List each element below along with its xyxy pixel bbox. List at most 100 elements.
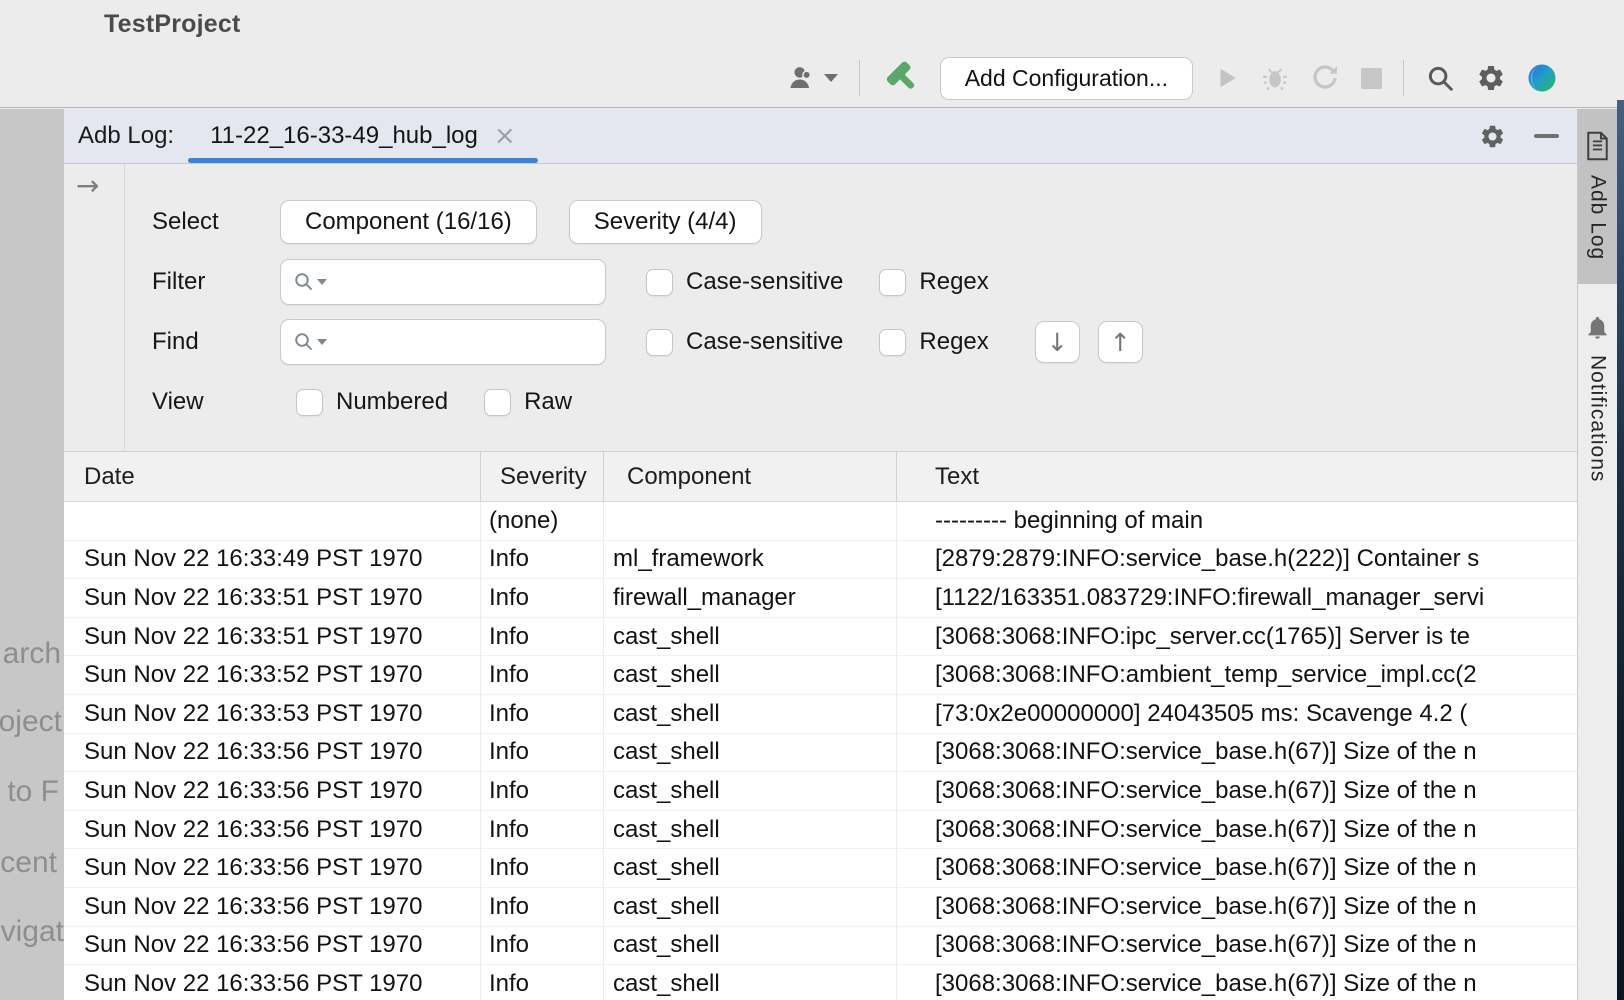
table-row[interactable]: Sun Nov 22 16:33:56 PST 1970Infocast_she… [64, 734, 1577, 773]
cell-date: Sun Nov 22 16:33:52 PST 1970 [64, 656, 481, 694]
column-header-date[interactable]: Date [64, 452, 481, 501]
log-file-tab[interactable]: 11-22_16-33-49_hub_log × [188, 109, 538, 163]
profiler-button[interactable] [1310, 63, 1340, 93]
ide-settings-button[interactable] [1476, 63, 1506, 93]
background-text-fragment: oject [0, 705, 62, 739]
filter-input[interactable] [333, 260, 621, 304]
build-hammer-button[interactable] [881, 59, 919, 97]
ide-gradient-sphere-button[interactable] [1527, 63, 1557, 93]
component-filter-button[interactable]: Component (16/16) [280, 200, 537, 244]
hide-sidebar-arrow-icon[interactable]: → [76, 172, 99, 200]
filter-case-sensitive-label: Case-sensitive [686, 268, 843, 296]
table-row[interactable]: (none)--------- beginning of main [64, 502, 1577, 541]
find-regex-checkbox[interactable] [879, 329, 906, 356]
find-input[interactable] [333, 320, 621, 364]
minimize-icon [1534, 134, 1559, 138]
find-previous-button[interactable]: ↑ [1098, 321, 1143, 363]
cell-text: [3068:3068:INFO:service_base.h(67)] Size… [897, 772, 1577, 810]
user-account-button[interactable] [785, 63, 838, 93]
numbered-checkbox[interactable] [296, 389, 323, 416]
close-icon[interactable]: × [494, 123, 516, 149]
table-row[interactable]: Sun Nov 22 16:33:56 PST 1970Infocast_she… [64, 811, 1577, 850]
cell-component: cast_shell [604, 656, 897, 694]
tool-tab-adb-log[interactable]: Adb Log [1578, 109, 1617, 284]
filter-area: → Select Component (16/16) Severity (4/4… [64, 164, 1577, 452]
severity-filter-button[interactable]: Severity (4/4) [569, 200, 762, 244]
table-row[interactable]: Sun Nov 22 16:33:56 PST 1970Infocast_she… [64, 888, 1577, 927]
background-text-fragment: to F [7, 775, 59, 809]
cell-date: Sun Nov 22 16:33:56 PST 1970 [64, 772, 481, 810]
profiler-icon [1310, 63, 1340, 93]
cell-text: [3068:3068:INFO:ipc_server.cc(1765)] Ser… [897, 618, 1577, 656]
filter-search-field[interactable] [280, 259, 606, 305]
cell-component: firewall_manager [604, 579, 897, 617]
document-icon [1584, 131, 1611, 161]
cell-component: cast_shell [604, 849, 897, 887]
view-row: View Numbered Raw [125, 380, 1577, 424]
toolbar-separator [1403, 60, 1404, 96]
table-row[interactable]: Sun Nov 22 16:33:53 PST 1970Infocast_she… [64, 695, 1577, 734]
cell-text: [2879:2879:INFO:service_base.h(222)] Con… [897, 541, 1577, 579]
minimize-panel-button[interactable] [1534, 134, 1559, 138]
table-row[interactable]: Sun Nov 22 16:33:52 PST 1970Infocast_she… [64, 656, 1577, 695]
panel-settings-button[interactable] [1479, 123, 1506, 150]
search-magnifier-icon[interactable] [293, 271, 327, 293]
raw-checkbox[interactable] [484, 389, 511, 416]
chevron-down-icon [824, 74, 838, 82]
cell-severity: Info [481, 772, 604, 810]
filter-case-sensitive-checkbox[interactable] [646, 269, 673, 296]
find-regex-label: Regex [919, 328, 988, 356]
find-case-sensitive-checkbox[interactable] [646, 329, 673, 356]
select-label: Select [152, 208, 280, 236]
log-file-tab-label: 11-22_16-33-49_hub_log [210, 122, 478, 150]
select-row: Select Component (16/16) Severity (4/4) [125, 200, 1577, 244]
column-header-text[interactable]: Text [897, 452, 1577, 501]
panel-left-rail: → [64, 164, 125, 451]
log-table-body: (none)--------- beginning of mainSun Nov… [64, 502, 1577, 1000]
run-button[interactable] [1214, 64, 1240, 92]
search-magnifier-icon[interactable] [293, 331, 327, 353]
cell-text: [3068:3068:INFO:service_base.h(67)] Size… [897, 849, 1577, 887]
find-next-button[interactable]: ↓ [1035, 321, 1080, 363]
hammer-icon [881, 59, 919, 97]
table-row[interactable]: Sun Nov 22 16:33:51 PST 1970Infofirewall… [64, 579, 1577, 618]
search-history-chevron-icon [317, 339, 327, 345]
cell-text: [3068:3068:INFO:service_base.h(67)] Size… [897, 811, 1577, 849]
search-everywhere-button[interactable] [1425, 63, 1455, 93]
cell-date: Sun Nov 22 16:33:56 PST 1970 [64, 734, 481, 772]
cell-text: [1122/163351.083729:INFO:firewall_manage… [897, 579, 1577, 617]
tool-tab-label: Notifications [1586, 355, 1610, 482]
table-row[interactable]: Sun Nov 22 16:33:49 PST 1970Infoml_frame… [64, 541, 1577, 580]
cell-severity: Info [481, 811, 604, 849]
background-text-fragment: cent [0, 846, 57, 880]
add-configuration-button[interactable]: Add Configuration... [940, 57, 1193, 100]
cell-severity: Info [481, 965, 604, 1000]
stop-button[interactable] [1361, 68, 1382, 89]
cell-date: Sun Nov 22 16:33:51 PST 1970 [64, 618, 481, 656]
background-window-strip: archojectto Fcentvigat [0, 109, 64, 1000]
table-row[interactable]: Sun Nov 22 16:33:51 PST 1970Infocast_she… [64, 618, 1577, 657]
filter-label: Filter [152, 268, 280, 296]
table-row[interactable]: Sun Nov 22 16:33:56 PST 1970Infocast_she… [64, 965, 1577, 1000]
table-row[interactable]: Sun Nov 22 16:33:56 PST 1970Infocast_she… [64, 849, 1577, 888]
find-case-sensitive-label: Case-sensitive [686, 328, 843, 356]
tool-tab-notifications[interactable]: Notifications [1578, 314, 1617, 482]
cell-date: Sun Nov 22 16:33:51 PST 1970 [64, 579, 481, 617]
cell-text: [3068:3068:INFO:ambient_temp_service_imp… [897, 656, 1577, 694]
find-search-field[interactable] [280, 319, 606, 365]
column-header-component[interactable]: Component [604, 452, 897, 501]
cell-text: [3068:3068:INFO:service_base.h(67)] Size… [897, 888, 1577, 926]
cell-component: cast_shell [604, 772, 897, 810]
cell-date: Sun Nov 22 16:33:56 PST 1970 [64, 849, 481, 887]
debug-button[interactable] [1261, 64, 1289, 92]
table-row[interactable]: Sun Nov 22 16:33:56 PST 1970Infocast_she… [64, 927, 1577, 966]
cell-text: [73:0x2e00000000] 24043505 ms: Scavenge … [897, 695, 1577, 733]
column-header-severity[interactable]: Severity [481, 452, 604, 501]
stop-square-icon [1361, 68, 1382, 89]
cell-text: --------- beginning of main [897, 502, 1577, 540]
right-tool-window-bar: Adb Log Notifications [1577, 109, 1617, 1000]
table-row[interactable]: Sun Nov 22 16:33:56 PST 1970Infocast_she… [64, 772, 1577, 811]
filter-regex-checkbox[interactable] [879, 269, 906, 296]
find-row: Find Case-sensitive Regex ↓ ↑ [125, 320, 1577, 364]
cell-component: cast_shell [604, 811, 897, 849]
